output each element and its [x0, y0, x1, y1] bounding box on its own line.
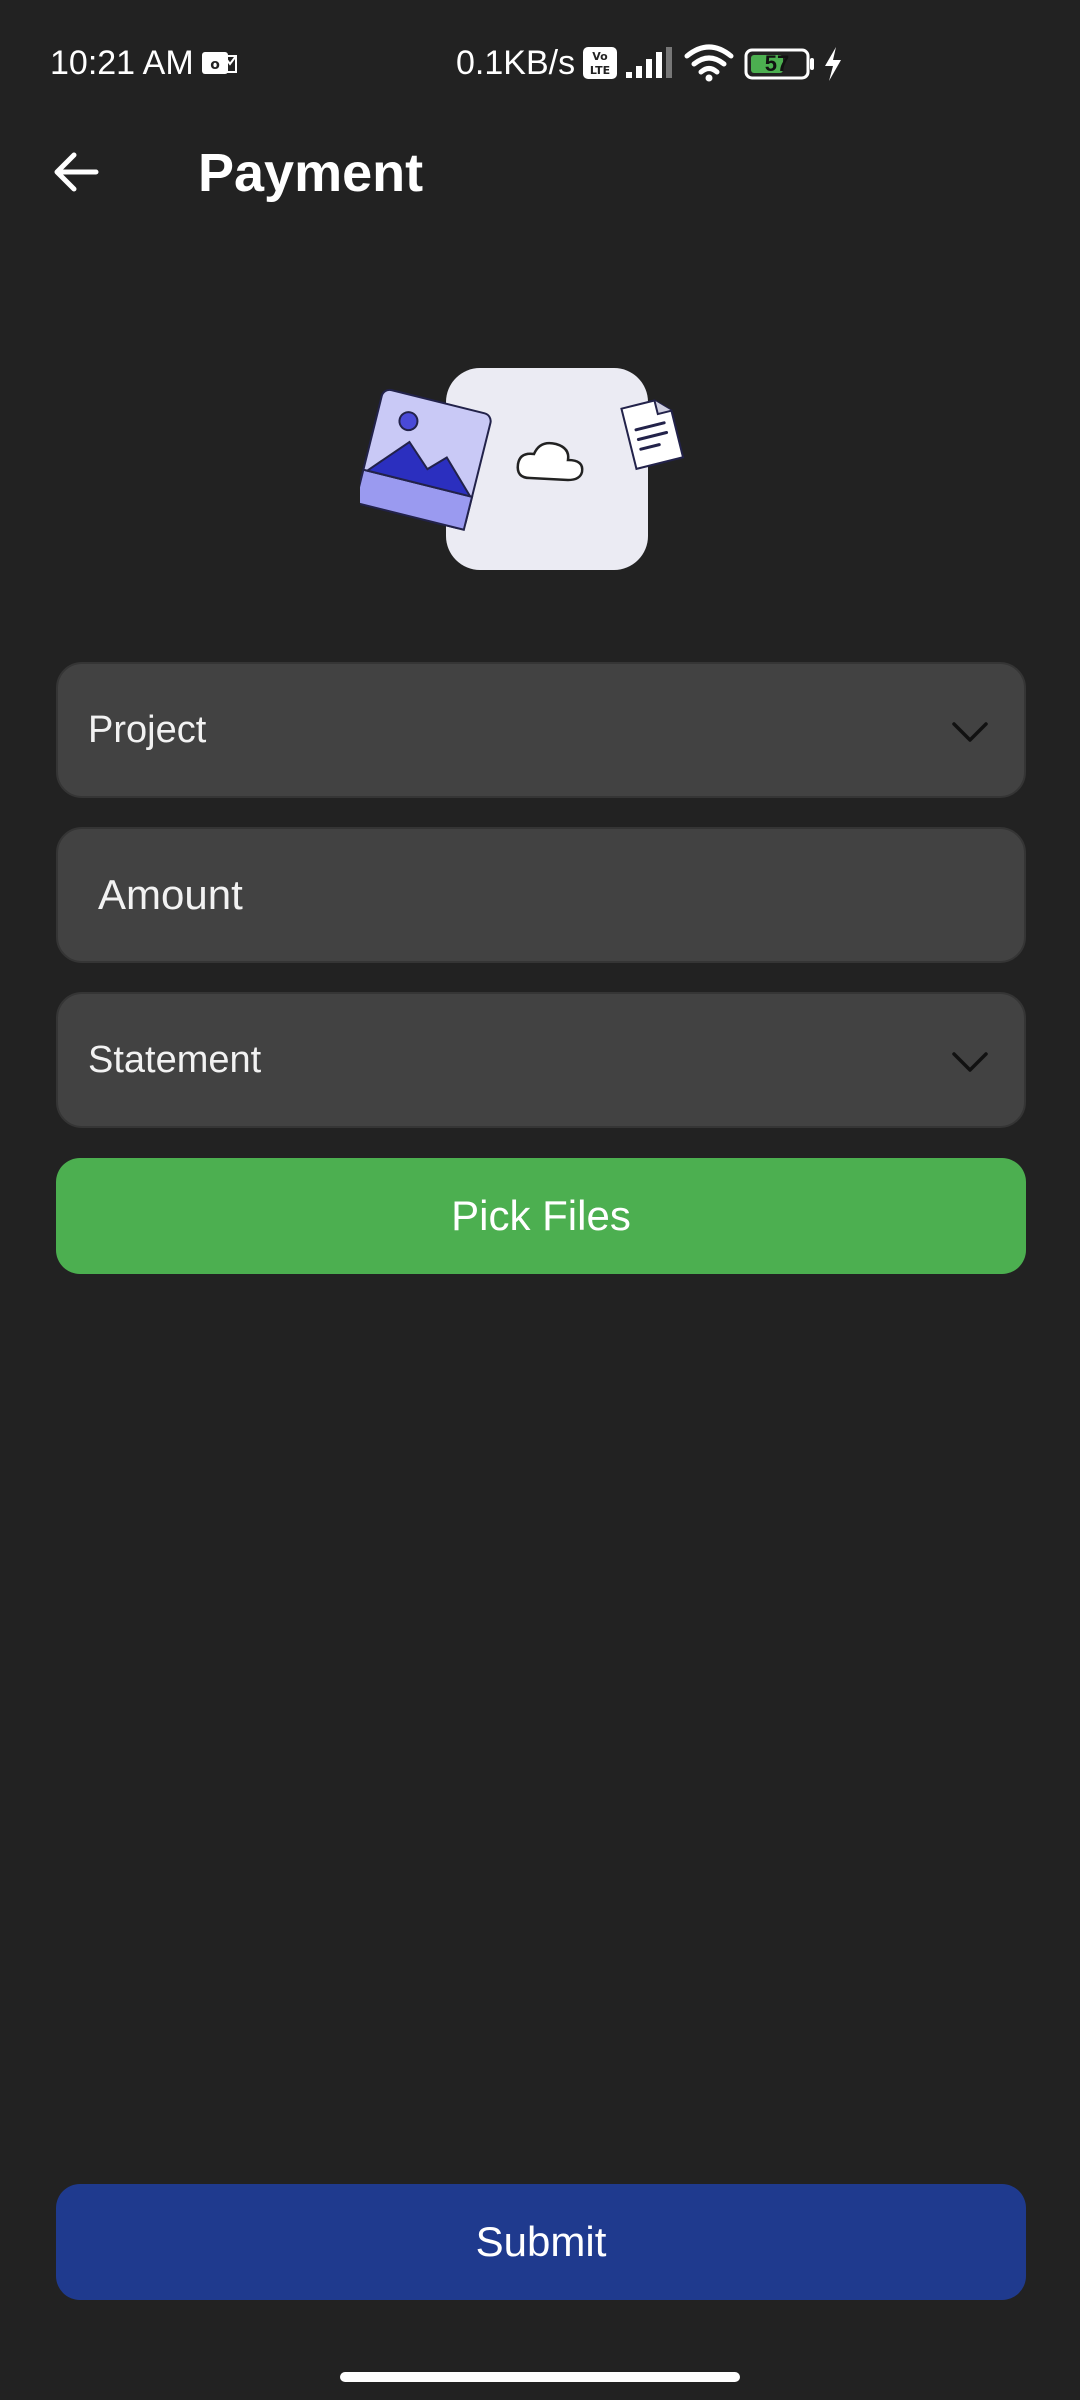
chevron-down-icon	[952, 1052, 988, 1072]
status-time: 10:21 AM	[50, 44, 194, 82]
svg-text:Vo: Vo	[592, 50, 608, 63]
pick-files-button[interactable]: Pick Files	[56, 1158, 1026, 1274]
amount-field[interactable]	[56, 827, 1026, 963]
battery-icon: 57	[744, 48, 816, 80]
amount-input[interactable]	[98, 829, 978, 961]
network-speed: 0.1KB/s	[456, 44, 576, 82]
project-dropdown[interactable]: Project	[56, 662, 1026, 798]
wifi-icon	[684, 44, 734, 82]
app-bar: Payment	[0, 130, 1080, 250]
arrow-left-icon[interactable]	[46, 142, 106, 202]
volte-icon: Vo LTE	[583, 47, 617, 79]
statement-dropdown[interactable]: Statement	[56, 992, 1026, 1128]
mail-icon: o	[202, 52, 237, 74]
svg-text:o: o	[210, 57, 220, 73]
signal-icon	[626, 47, 672, 78]
chevron-down-icon	[952, 722, 988, 742]
payment-screen: 10:21 AM o 0.1KB/s Vo LTE 57 Payment Pro…	[0, 0, 1080, 2400]
status-bar: 10:21 AM o 0.1KB/s Vo LTE 57	[0, 0, 1080, 130]
charging-icon	[825, 47, 841, 81]
page-title: Payment	[198, 143, 424, 203]
svg-text:LTE: LTE	[590, 64, 610, 77]
home-indicator[interactable]	[340, 2372, 740, 2382]
battery-level: 57	[764, 51, 790, 76]
project-label: Project	[88, 709, 207, 751]
submit-button[interactable]: Submit	[56, 2184, 1026, 2300]
upload-illustration	[360, 368, 685, 570]
statement-label: Statement	[88, 1039, 262, 1081]
